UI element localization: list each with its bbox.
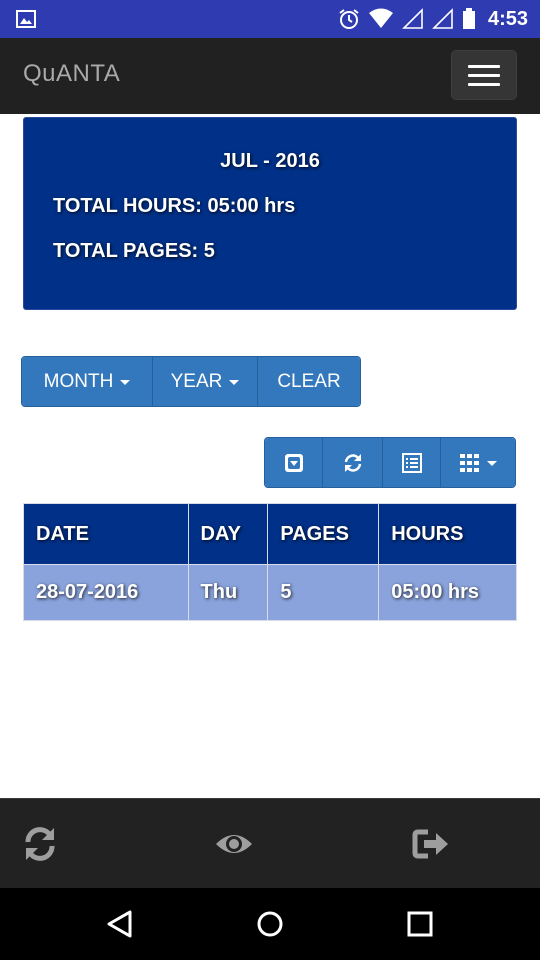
menu-toggle-button[interactable] bbox=[451, 50, 517, 100]
toggle-view-button[interactable] bbox=[265, 438, 323, 487]
month-dropdown-button[interactable]: MONTH bbox=[22, 357, 153, 406]
status-time: 4:53 bbox=[487, 7, 528, 30]
hamburger-icon bbox=[468, 64, 500, 68]
app-brand[interactable]: QuANTA bbox=[23, 60, 120, 88]
summary-total-hours: TOTAL HOURS: 05:00 hrs bbox=[53, 195, 296, 217]
summary-panel: JUL - 2016 TOTAL HOURS: 05:00 hrs TOTAL … bbox=[23, 117, 517, 310]
table-header-row: DATE DAY PAGES HOURS bbox=[23, 503, 517, 565]
toggle-view-icon bbox=[284, 453, 303, 472]
logout-icon[interactable] bbox=[410, 824, 450, 864]
system-nav-bar bbox=[0, 888, 540, 960]
summary-total-pages: TOTAL PAGES: 5 bbox=[53, 240, 215, 262]
clear-button[interactable]: CLEAR bbox=[258, 357, 360, 406]
status-bar: 4:53 bbox=[0, 0, 540, 38]
alarm-icon bbox=[339, 9, 359, 29]
home-icon[interactable] bbox=[254, 908, 286, 940]
month-label: MONTH bbox=[43, 370, 114, 392]
refresh-button[interactable] bbox=[323, 438, 383, 487]
eye-icon[interactable] bbox=[214, 824, 254, 864]
list-view-icon bbox=[401, 452, 422, 473]
clear-label: CLEAR bbox=[277, 370, 341, 392]
back-icon[interactable] bbox=[104, 908, 136, 940]
summary-period: JUL - 2016 bbox=[220, 150, 320, 172]
columns-dropdown-button[interactable] bbox=[441, 438, 515, 487]
wifi-icon bbox=[368, 8, 393, 28]
columns-grid-icon bbox=[459, 453, 479, 472]
image-notification-icon bbox=[16, 10, 36, 28]
signal-icon bbox=[432, 8, 453, 29]
caret-down-icon bbox=[486, 461, 497, 466]
bottom-action-bar bbox=[0, 798, 540, 888]
header-hours[interactable]: HOURS bbox=[378, 503, 517, 565]
table-row[interactable]: 28-07-2016 Thu 5 05:00 hrs bbox=[23, 564, 517, 621]
cell-hours: 05:00 hrs bbox=[378, 564, 517, 621]
header-pages[interactable]: PAGES bbox=[267, 503, 380, 565]
caret-down-icon bbox=[229, 380, 240, 385]
header-date[interactable]: DATE bbox=[23, 503, 189, 565]
year-dropdown-button[interactable]: YEAR bbox=[153, 357, 258, 406]
cell-date: 28-07-2016 bbox=[23, 564, 189, 621]
hours-table: DATE DAY PAGES HOURS 28-07-2016 Thu 5 05… bbox=[23, 503, 517, 621]
app-bar: QuANTA bbox=[0, 38, 540, 114]
filter-button-group: MONTH YEAR CLEAR bbox=[21, 356, 361, 407]
battery-icon bbox=[462, 8, 475, 29]
refresh-icon bbox=[344, 453, 361, 472]
list-view-button[interactable] bbox=[383, 438, 441, 487]
year-label: YEAR bbox=[170, 370, 223, 392]
sync-icon[interactable] bbox=[20, 824, 60, 864]
table-toolbar bbox=[264, 437, 516, 488]
signal-icon bbox=[402, 8, 423, 29]
caret-down-icon bbox=[120, 380, 131, 385]
cell-day: Thu bbox=[187, 564, 269, 621]
recents-icon[interactable] bbox=[404, 908, 436, 940]
header-day[interactable]: DAY bbox=[187, 503, 269, 565]
cell-pages: 5 bbox=[267, 564, 380, 621]
